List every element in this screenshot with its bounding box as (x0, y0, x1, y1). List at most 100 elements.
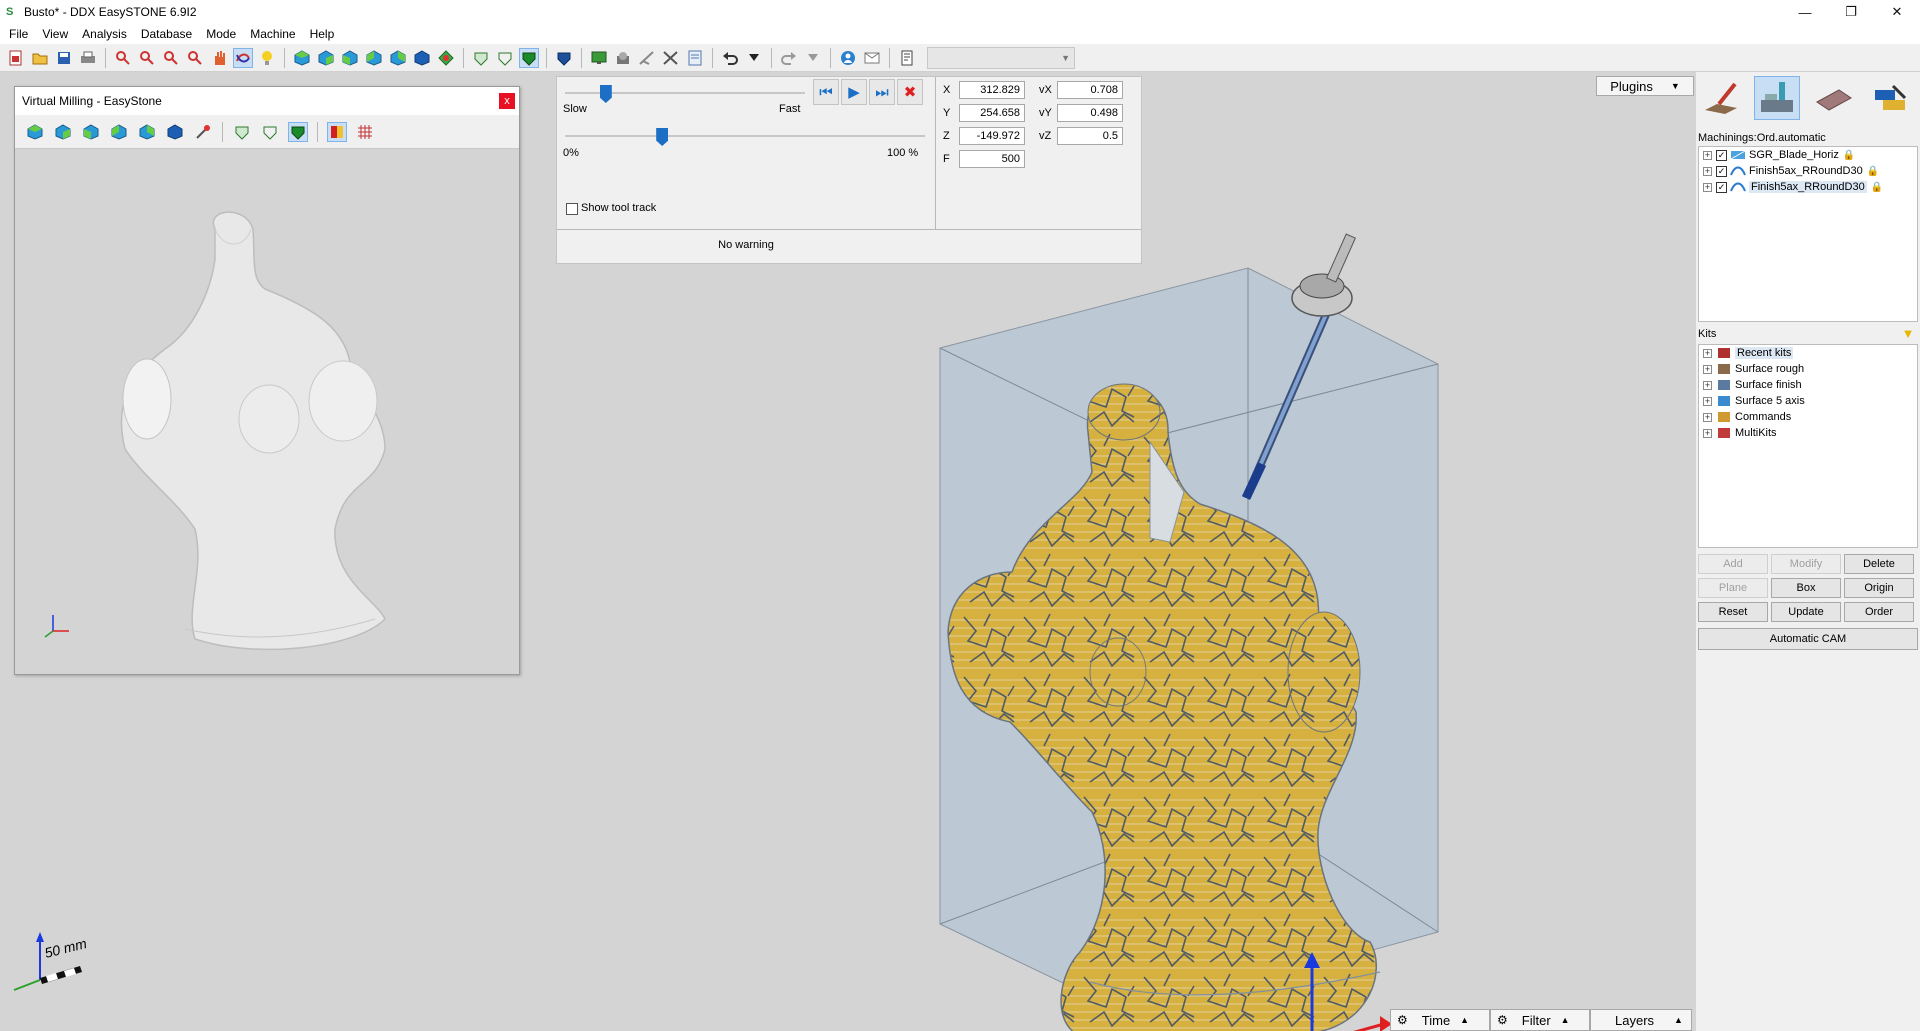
order-button[interactable]: Order (1844, 602, 1914, 622)
menu-mode[interactable]: Mode (199, 24, 243, 44)
kit-item[interactable]: + Surface finish (1699, 377, 1917, 393)
wireframe-icon[interactable] (495, 48, 515, 68)
play-button[interactable]: ▶ (841, 79, 867, 105)
zoom-in-icon[interactable] (137, 48, 157, 68)
machining-item[interactable]: + ✓ SGR_Blade_Horiz 🔒 (1699, 147, 1917, 163)
kit-item[interactable]: + Surface rough (1699, 361, 1917, 377)
view-iso-icon[interactable] (25, 122, 45, 142)
open-folder-icon[interactable] (30, 48, 50, 68)
virtual-milling-3d-view[interactable] (15, 149, 519, 674)
expand-icon[interactable]: + (1703, 380, 1712, 390)
view-left-icon[interactable] (364, 48, 384, 68)
print-icon[interactable] (78, 48, 98, 68)
redo-icon[interactable] (779, 48, 799, 68)
time-button[interactable]: ⚙ Time ▲ (1390, 1009, 1490, 1031)
machining-checkbox[interactable]: ✓ (1716, 181, 1727, 193)
expand-icon[interactable]: + (1703, 182, 1712, 192)
grid-icon[interactable] (355, 122, 375, 142)
report-icon[interactable] (685, 48, 705, 68)
machining-item[interactable]: + ✓ Finish5ax_RRoundD30 🔒 (1699, 163, 1917, 179)
tool-icon[interactable] (637, 48, 657, 68)
progress-slider-thumb[interactable] (656, 128, 669, 146)
automatic-cam-button[interactable]: Automatic CAM (1698, 628, 1918, 650)
rotate-icon[interactable] (233, 47, 253, 68)
box-button[interactable]: Box (1771, 578, 1841, 598)
minimize-button[interactable]: — (1782, 0, 1828, 24)
go-to-end-button[interactable]: ⏭ (869, 79, 895, 105)
stone-slab-icon[interactable] (1810, 76, 1856, 120)
restore-button[interactable]: ❐ (1828, 0, 1874, 24)
machining-checkbox[interactable]: ✓ (1716, 165, 1727, 177)
view-front-icon[interactable] (316, 48, 336, 68)
pan-hand-icon[interactable] (209, 48, 229, 68)
view-back-icon[interactable] (81, 122, 101, 142)
milling-machine-icon[interactable] (1754, 76, 1800, 120)
expand-icon[interactable]: + (1703, 166, 1712, 176)
filter-button[interactable]: ⚙ Filter ▲ (1490, 1009, 1590, 1031)
zoom-all-icon[interactable] (185, 48, 205, 68)
kit-item[interactable]: + MultiKits (1699, 425, 1917, 441)
machining-item[interactable]: + ✓ Finish5ax_RRoundD30 🔒 (1699, 179, 1917, 195)
menu-analysis[interactable]: Analysis (75, 24, 134, 44)
wireframe-icon[interactable] (260, 122, 280, 142)
menu-machine[interactable]: Machine (243, 24, 302, 44)
progress-slider-track[interactable] (565, 135, 925, 137)
save-icon[interactable] (54, 48, 74, 68)
expand-icon[interactable]: + (1703, 364, 1712, 374)
menu-database[interactable]: Database (134, 24, 199, 44)
update-button[interactable]: Update (1771, 602, 1841, 622)
shaded-wire-icon[interactable] (232, 122, 252, 142)
user-info-icon[interactable] (838, 48, 858, 68)
add-button[interactable]: Add (1698, 554, 1768, 574)
kit-item[interactable]: + Surface 5 axis (1699, 393, 1917, 409)
close-button[interactable]: ✕ (1874, 0, 1920, 24)
stop-button[interactable]: ✖ (897, 79, 923, 105)
view-right-icon[interactable] (137, 122, 157, 142)
view-top-icon[interactable] (412, 48, 432, 68)
kit-item[interactable]: + Commands (1699, 409, 1917, 425)
mail-icon[interactable] (862, 48, 882, 68)
layers-button[interactable]: Layers ▲ (1590, 1009, 1692, 1031)
menu-view[interactable]: View (35, 24, 75, 44)
plane-button[interactable]: Plane (1698, 578, 1768, 598)
view-iso-icon[interactable] (292, 48, 312, 68)
tool-database-icon[interactable] (1866, 76, 1912, 120)
screen-icon[interactable] (589, 48, 609, 68)
machining-checkbox[interactable]: ✓ (1716, 149, 1727, 161)
shield-icon[interactable] (554, 48, 574, 68)
light-bulb-icon[interactable] (257, 48, 277, 68)
reset-button[interactable]: Reset (1698, 602, 1768, 622)
expand-icon[interactable]: + (1703, 428, 1712, 438)
color-map-icon[interactable] (327, 121, 347, 142)
shaded-wire-icon[interactable] (471, 48, 491, 68)
zoom-window-icon[interactable] (113, 48, 133, 68)
shaded-icon[interactable] (519, 47, 539, 68)
view-back-icon[interactable] (340, 48, 360, 68)
toolbar-combo[interactable]: ▼ (927, 46, 1075, 69)
modify-button[interactable]: Modify (1771, 554, 1841, 574)
kit-item[interactable]: + Recent kits (1699, 345, 1917, 361)
expand-icon[interactable]: + (1703, 396, 1712, 406)
menu-help[interactable]: Help (303, 24, 342, 44)
view-left-icon[interactable] (109, 122, 129, 142)
expand-icon[interactable]: + (1703, 348, 1712, 358)
script-icon[interactable] (897, 48, 917, 68)
expand-icon[interactable]: + (1703, 150, 1712, 160)
zoom-out-icon[interactable] (161, 48, 181, 68)
go-to-start-button[interactable]: ⏮ (813, 79, 839, 105)
show-tool-track-checkbox[interactable] (566, 203, 578, 215)
menu-file[interactable]: File (2, 24, 35, 44)
view-front-icon[interactable] (53, 122, 73, 142)
wand-icon[interactable] (193, 122, 213, 142)
machine-icon[interactable] (613, 48, 633, 68)
measure-icon[interactable] (661, 48, 681, 68)
delete-button[interactable]: Delete (1844, 554, 1914, 574)
speed-slider-thumb[interactable] (599, 85, 612, 103)
redo-dropdown-icon[interactable] (803, 48, 823, 68)
expand-icon[interactable]: + (1703, 412, 1712, 422)
origin-button[interactable]: Origin (1844, 578, 1914, 598)
toolpath-machining-icon[interactable] (1698, 76, 1744, 120)
undo-icon[interactable] (720, 48, 740, 68)
virtual-milling-title-bar[interactable]: Virtual Milling - EasyStone x (15, 87, 519, 115)
plugins-dropdown[interactable]: Plugins ▼ (1596, 76, 1694, 96)
